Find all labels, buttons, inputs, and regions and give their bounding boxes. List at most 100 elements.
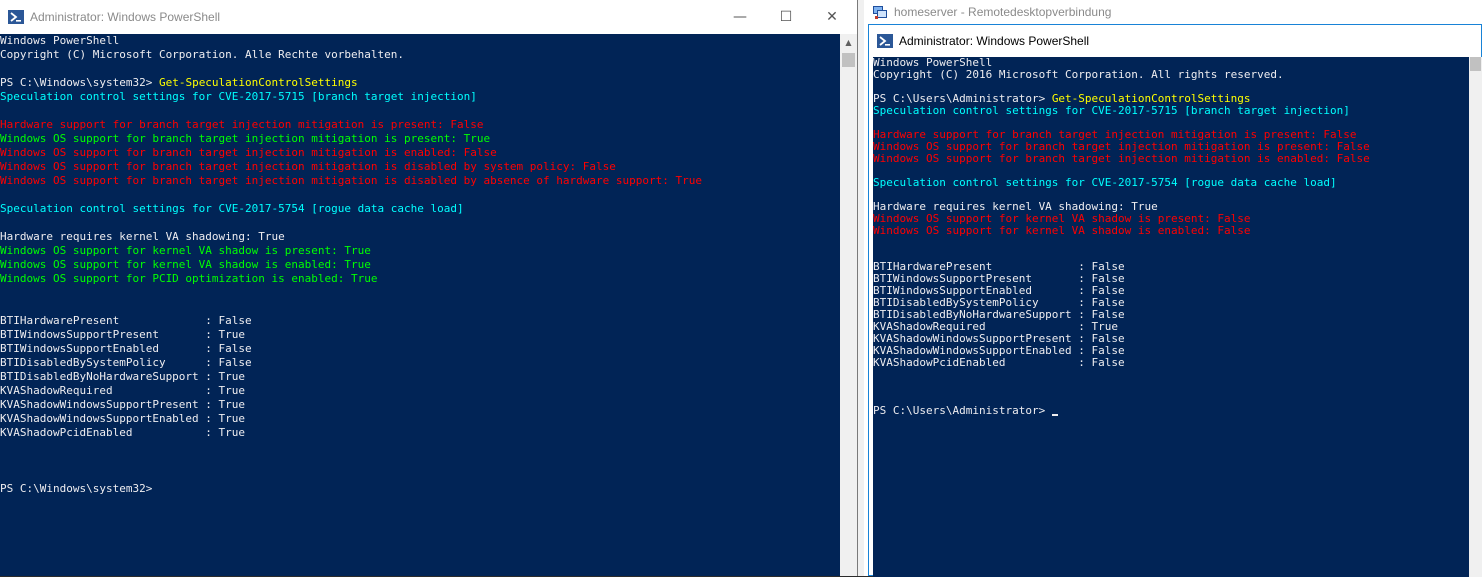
console-line: BTIHardwarePresent : False (0, 314, 840, 328)
console-line: KVAShadowRequired : True (0, 384, 840, 398)
maximize-icon: ☐ (779, 9, 793, 25)
output-text: Hardware requires kernel VA shadowing: T… (0, 230, 285, 243)
console-line: Windows OS support for branch target inj… (0, 160, 840, 174)
console-line: Windows OS support for PCID optimization… (0, 272, 840, 286)
left-console-output[interactable]: Windows PowerShell Copyright (C) Microsof… (0, 34, 840, 576)
output-text: Windows OS support for PCID optimization… (0, 272, 378, 285)
output-text: BTIHardwarePresent : False (0, 314, 252, 327)
powershell-icon (877, 34, 893, 48)
close-icon: ✕ (826, 9, 838, 25)
maximize-button[interactable]: ☐ (763, 0, 809, 34)
console-line: Copyright (C) Microsoft Corporation. All… (0, 48, 840, 62)
console-line: Windows OS support for kernel VA shadow … (873, 225, 1469, 237)
console-line: Windows OS support for kernel VA shadow … (0, 244, 840, 258)
console-line: PS C:\Users\Administrator> (873, 405, 1469, 417)
remote-title-bar[interactable]: Administrator: Windows PowerShell (869, 25, 1481, 57)
text-cursor (1051, 414, 1058, 416)
console-line: Windows OS support for branch target inj… (873, 153, 1469, 165)
console-line: Speculation control settings for CVE-201… (873, 105, 1469, 117)
console-line: Speculation control settings for CVE-201… (873, 177, 1469, 189)
output-text: KVAShadowPcidEnabled : True (0, 426, 246, 439)
output-text: Windows PowerShell (0, 34, 120, 47)
console-line: BTIWindowsSupportEnabled : False (0, 342, 840, 356)
output-text: Speculation control settings for CVE-201… (0, 202, 464, 215)
left-scroll-thumb[interactable] (842, 53, 855, 67)
command-text: Get-SpeculationControlSettings (158, 76, 358, 89)
minimize-button[interactable]: — (717, 0, 763, 34)
console-line: Speculation control settings for CVE-201… (0, 90, 840, 104)
console-line: BTIDisabledBySystemPolicy : False (0, 356, 840, 370)
console-line: PS C:\Windows\system32> Get-SpeculationC… (0, 76, 840, 90)
console-line: Windows OS support for branch target inj… (0, 146, 840, 160)
remote-powershell-window: Administrator: Windows PowerShell Window… (868, 24, 1482, 577)
output-text: Speculation control settings for CVE-201… (873, 176, 1337, 189)
console-line: Windows PowerShell (0, 34, 840, 48)
output-text: Windows OS support for branch target inj… (0, 132, 491, 145)
output-text: KVAShadowRequired : True (0, 384, 246, 397)
console-line: BTIWindowsSupportPresent : True (0, 328, 840, 342)
output-text: Windows OS support for branch target inj… (0, 146, 497, 159)
output-text: BTIWindowsSupportEnabled : False (0, 342, 252, 355)
output-text: BTIWindowsSupportPresent : True (0, 328, 246, 341)
console-line: Speculation control settings for CVE-201… (0, 202, 840, 216)
console-line: Hardware support for branch target injec… (0, 118, 840, 132)
console-line: KVAShadowPcidEnabled : False (873, 357, 1469, 369)
output-text: Windows OS support for kernel VA shadow … (0, 258, 371, 271)
close-button[interactable]: ✕ (809, 0, 855, 34)
output-text: Copyright (C) Microsoft Corporation. All… (0, 48, 404, 61)
output-text: Windows OS support for kernel VA shadow … (873, 224, 1251, 237)
left-title-bar[interactable]: Administrator: Windows PowerShell — ☐ ✕ (0, 0, 857, 34)
output-text: Speculation control settings for CVE-201… (0, 90, 477, 103)
output-text: Hardware support for branch target injec… (0, 118, 484, 131)
prompt-text: PS C:\Windows\system32> (0, 76, 159, 89)
output-text: PS C:\Users\Administrator> (873, 404, 1052, 417)
output-text: Copyright (C) 2016 Microsoft Corporation… (873, 68, 1284, 81)
console-line: Windows OS support for branch target inj… (0, 174, 840, 188)
output-text: KVAShadowPcidEnabled : False (873, 356, 1125, 369)
output-text: KVAShadowWindowsSupportEnabled : True (0, 412, 246, 425)
output-text: Windows OS support for kernel VA shadow … (0, 244, 371, 257)
console-line: KVAShadowWindowsSupportEnabled : True (0, 412, 840, 426)
console-line: KVAShadowWindowsSupportPresent : True (0, 398, 840, 412)
console-line: Hardware requires kernel VA shadowing: T… (0, 230, 840, 244)
console-line: Windows OS support for kernel VA shadow … (0, 258, 840, 272)
powershell-icon (8, 10, 24, 24)
remote-window-title: Administrator: Windows PowerShell (899, 34, 1090, 48)
remote-vertical-scrollbar[interactable] (1469, 57, 1482, 577)
console-line: PS C:\Windows\system32> (0, 482, 840, 496)
remote-desktop-window: homeserver - Remotedesktopverbindung Adm… (864, 0, 1482, 577)
left-powershell-window: Administrator: Windows PowerShell — ☐ ✕ … (0, 0, 858, 576)
output-text: BTIDisabledBySystemPolicy : False (0, 356, 252, 369)
output-text: Windows OS support for branch target inj… (873, 152, 1370, 165)
output-text: BTIDisabledByNoHardwareSupport : True (0, 370, 246, 383)
rdp-window-title: homeserver - Remotedesktopverbindung (894, 5, 1112, 19)
console-line: Copyright (C) 2016 Microsoft Corporation… (873, 69, 1469, 81)
output-text: PS C:\Windows\system32> (0, 482, 153, 495)
minimize-icon: — (733, 9, 747, 25)
remote-console-output[interactable]: Windows PowerShell Copyright (C) 2016 Mic… (873, 57, 1469, 577)
remote-scroll-thumb[interactable] (1470, 57, 1481, 71)
output-text: Speculation control settings for CVE-201… (873, 104, 1350, 117)
output-text: Windows OS support for branch target inj… (0, 160, 616, 173)
console-line: Windows OS support for branch target inj… (0, 132, 840, 146)
output-text: KVAShadowWindowsSupportPresent : True (0, 398, 246, 411)
left-vertical-scrollbar[interactable]: ▲ (840, 34, 857, 576)
left-window-title: Administrator: Windows PowerShell (30, 10, 221, 24)
console-line: KVAShadowPcidEnabled : True (0, 426, 840, 440)
rdp-title-bar[interactable]: homeserver - Remotedesktopverbindung (864, 0, 1482, 24)
console-line: BTIDisabledByNoHardwareSupport : True (0, 370, 840, 384)
scroll-up-arrow-icon[interactable]: ▲ (840, 34, 857, 51)
remote-desktop-icon (873, 6, 887, 19)
